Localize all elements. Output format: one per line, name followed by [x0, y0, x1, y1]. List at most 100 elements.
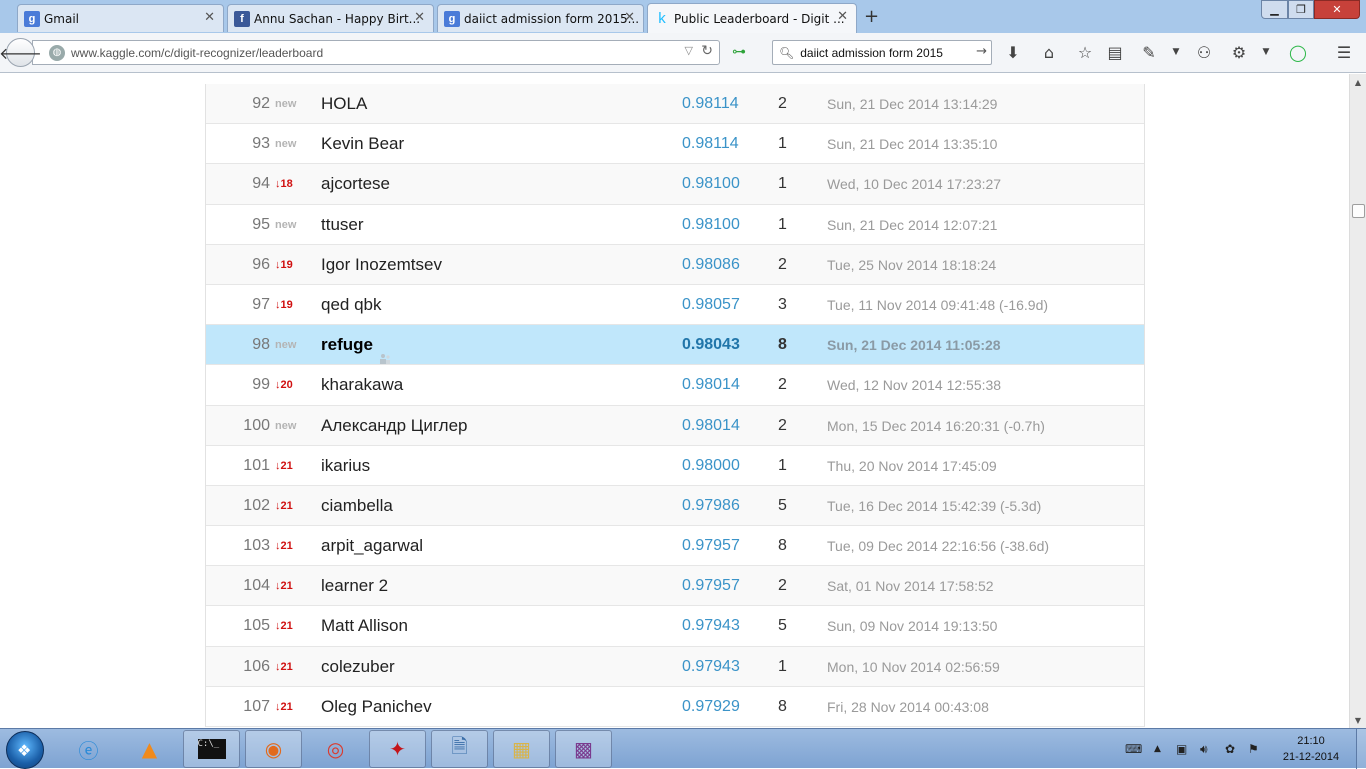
chrome-icon[interactable]: ◎ [307, 730, 364, 768]
team-name-link[interactable]: qed qbk [321, 285, 382, 325]
windows-logo-icon: ❖ [17, 741, 32, 760]
winrar-icon[interactable]: ▩ [555, 730, 612, 768]
table-row[interactable]: 103 ↓21 arpit_agarwal 0.97957 8 Tue, 09 Dec 2… [206, 526, 1144, 567]
rank-change-badge: new [275, 419, 297, 432]
table-row[interactable]: 97 ↓19 qed qbk 0.98057 3 Tue, 11 Nov 2014 09:… [206, 284, 1144, 326]
rank-cell: 107 [243, 697, 270, 715]
team-name-link[interactable]: refuge [321, 325, 391, 365]
show-desktop-button[interactable] [1356, 729, 1366, 769]
last-submission-time: Fri, 28 Nov 2014 00:43:08 [827, 698, 989, 715]
search-input[interactable] [798, 44, 969, 61]
new-tab-button[interactable]: + [864, 6, 879, 27]
close-icon[interactable]: ✕ [414, 10, 425, 25]
minimize-button[interactable]: ▁ [1261, 0, 1288, 19]
google-icon: g [444, 11, 460, 27]
python-icon[interactable]: 🗎 [431, 730, 488, 768]
volume-icon[interactable]: 🔊︎ [1200, 729, 1208, 769]
menu-icon[interactable]: ☰ [1334, 42, 1354, 62]
table-row[interactable]: 102 ↓21 ciambella 0.97986 5 Tue, 16 Dec 2014 … [206, 485, 1144, 527]
entries-count: 1 [778, 135, 787, 153]
connection-addon-icon[interactable]: ⊶ [732, 45, 760, 59]
team-name-link[interactable]: HOLA [321, 84, 367, 124]
reload-icon[interactable]: ↻ [701, 43, 713, 59]
acrobat-icon[interactable]: ✦ [369, 730, 426, 768]
home-icon[interactable]: ⌂ [1039, 42, 1059, 62]
close-icon[interactable]: ✕ [624, 10, 635, 25]
close-icon[interactable]: ✕ [204, 10, 215, 25]
entries-count: 1 [778, 657, 787, 675]
chevron-down-icon[interactable]: ▼ [1256, 42, 1276, 62]
tab-facebook[interactable]: f Annu Sachan - Happy Birt... ✕ [227, 4, 434, 32]
history-dropdown-icon[interactable]: ▽ [685, 44, 693, 57]
table-row[interactable]: 106 ↓21 colezuber 0.97943 1 Mon, 10 Nov 2014 … [206, 646, 1144, 687]
scroll-down-arrow-icon[interactable]: ▼ [1350, 712, 1366, 728]
team-name-link[interactable]: colezuber [321, 647, 395, 687]
action-center-icon[interactable]: ⚑ [1248, 729, 1259, 769]
network-icon[interactable]: ▣ [1176, 729, 1187, 769]
start-button[interactable]: ❖ [6, 731, 44, 769]
table-row[interactable]: 99 ↓20 kharakawa 0.98014 2 Wed, 12 Nov 2014 1… [206, 365, 1144, 406]
table-row[interactable]: 95 new ttuser 0.98100 1 Sun, 21 Dec 2014 12:0… [206, 204, 1144, 245]
internet-explorer-icon[interactable]: ⓔ [60, 730, 117, 768]
team-name-link[interactable]: Александр Циглер [321, 406, 468, 446]
close-icon[interactable]: ✕ [837, 9, 848, 24]
team-name-link[interactable]: Oleg Panichev [321, 687, 432, 727]
rank-cell: 104 [243, 577, 270, 595]
team-name-link[interactable]: ttuser [321, 205, 364, 245]
team-name-link[interactable]: Igor Inozemtsev [321, 245, 442, 285]
developer-tools-icon[interactable]: ✎ [1139, 42, 1159, 62]
system-clock[interactable]: 21:10 21-12-2014 [1268, 733, 1354, 765]
window-close-button[interactable]: ✕ [1314, 0, 1360, 19]
chevron-down-icon[interactable]: ▼ [1166, 42, 1186, 62]
team-name-link[interactable]: arpit_agarwal [321, 526, 423, 566]
table-row[interactable]: 96 ↓19 Igor Inozemtsev 0.98086 2 Tue, 25 Nov … [206, 244, 1144, 285]
team-members-icon[interactable] [379, 340, 391, 364]
table-row-current-user[interactable]: 98 new refuge 0.98043 8 Sun, 21 Dec 2014 11:0… [206, 325, 1144, 366]
table-row[interactable]: 107 ↓21 Oleg Panichev 0.97929 8 Fri, 28 Nov 2… [206, 686, 1144, 727]
addon-icon[interactable]: ⚙ [1229, 42, 1249, 62]
entries-count: 1 [778, 175, 787, 193]
table-row[interactable]: 92 new HOLA 0.98114 2 Sun, 21 Dec 2014 13:14:… [206, 84, 1144, 125]
tab-kaggle-leaderboard[interactable]: k Public Leaderboard - Digit ... ✕ [647, 3, 857, 33]
back-button[interactable]: 🡐 [0, 38, 42, 67]
command-prompt-icon[interactable]: C:\_ [183, 730, 240, 768]
rank-cell: 102 [243, 496, 270, 514]
team-name-link[interactable]: kharakawa [321, 365, 403, 405]
tab-google-search[interactable]: g daiict admission form 2015... ✕ [437, 4, 644, 32]
table-row[interactable]: 105 ↓21 Matt Allison 0.97943 5 Sun, 09 Nov 20… [206, 606, 1144, 647]
team-name-link[interactable]: learner 2 [321, 566, 388, 606]
sync-icon[interactable]: ⚇ [1194, 42, 1214, 62]
scroll-up-arrow-icon[interactable]: ▲ [1350, 74, 1366, 90]
bookmark-star-icon[interactable]: ☆ [1075, 42, 1095, 62]
tray-app-icon[interactable]: ✿ [1225, 729, 1235, 769]
search-box[interactable]: 🔍︎ → [772, 40, 992, 65]
downloads-icon[interactable]: ⬇ [1003, 42, 1023, 62]
vertical-scrollbar[interactable]: ▲ ▼ [1349, 74, 1366, 728]
team-name-link[interactable]: ciambella [321, 486, 393, 526]
address-bar[interactable]: ◍ www.kaggle.com/c/digit-recognizer/lead… [32, 40, 720, 65]
bookmarks-menu-icon[interactable]: ▤ [1105, 42, 1125, 62]
table-row[interactable]: 101 ↓21 ikarius 0.98000 1 Thu, 20 Nov 2014 17… [206, 445, 1144, 486]
team-name-link[interactable]: Matt Allison [321, 606, 408, 646]
team-name-link[interactable]: Kevin Bear [321, 124, 404, 164]
scroll-thumb[interactable] [1352, 204, 1365, 218]
keyboard-icon[interactable]: ⌨ [1125, 729, 1142, 769]
tab-gmail[interactable]: g Gmail ✕ [17, 4, 224, 32]
restore-button[interactable]: ❐ [1288, 0, 1314, 19]
show-hidden-icons-icon[interactable]: ▲ [1154, 729, 1161, 769]
table-row[interactable]: 104 ↓21 learner 2 0.97957 2 Sat, 01 Nov 2014 … [206, 566, 1144, 607]
google-icon: g [24, 11, 40, 27]
search-go-icon[interactable]: → [976, 44, 987, 59]
table-row[interactable]: 93 new Kevin Bear 0.98114 1 Sun, 21 Dec 2014 … [206, 124, 1144, 165]
tab-strip: g Gmail ✕ f Annu Sachan - Happy Birt... … [0, 0, 1366, 33]
team-name-link[interactable]: ajcortese [321, 164, 390, 204]
file-explorer-icon[interactable]: ▦ [493, 730, 550, 768]
vlc-icon[interactable]: ▲ [121, 730, 178, 768]
firefox-icon[interactable]: ◉ [245, 730, 302, 768]
url-text[interactable]: www.kaggle.com/c/digit-recognizer/leader… [71, 46, 323, 60]
status-addon-icon[interactable]: ◯ [1288, 42, 1308, 62]
table-row[interactable]: 94 ↓18 ajcortese 0.98100 1 Wed, 10 Dec 2014 1… [206, 164, 1144, 205]
table-row[interactable]: 100 new Александр Циглер 0.98014 2 Mon, 15 De… [206, 405, 1144, 446]
rank-change-badge: ↓21 [275, 580, 293, 593]
team-name-link[interactable]: ikarius [321, 446, 370, 486]
